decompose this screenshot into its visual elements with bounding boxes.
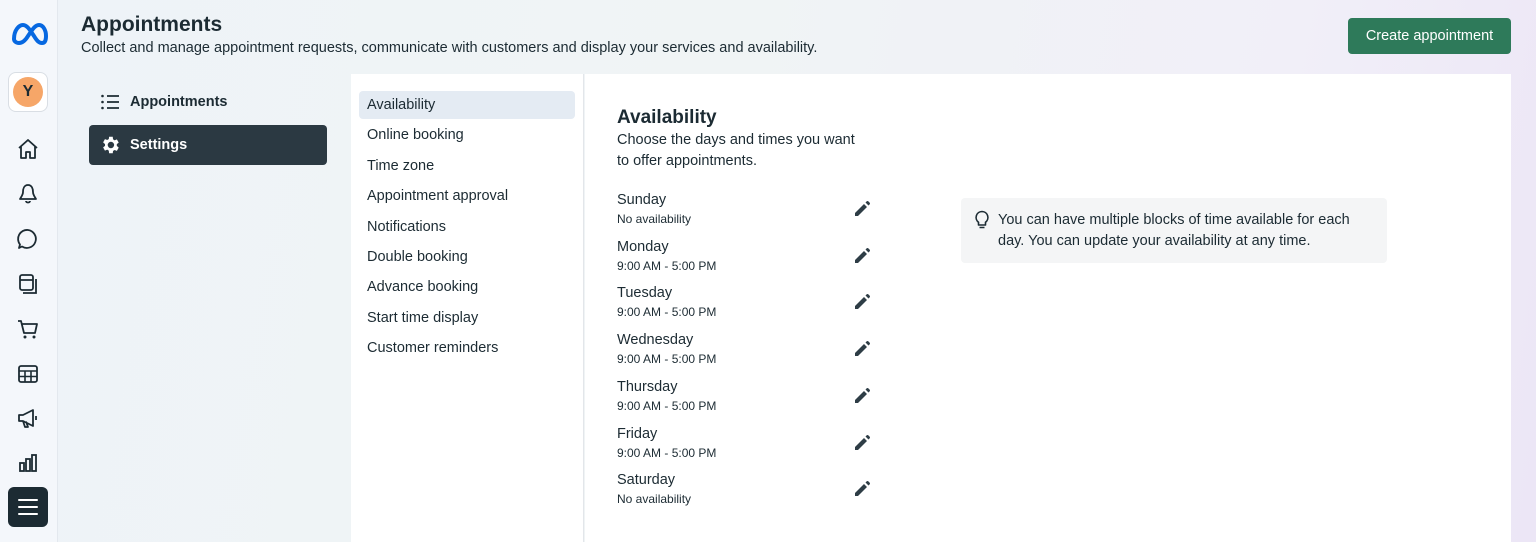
day-row-saturday: Saturday No availability [617,472,877,512]
chat-icon[interactable] [14,225,42,253]
day-row-thursday: Thursday 9:00 AM - 5:00 PM [617,379,877,419]
edit-icon[interactable] [851,198,873,220]
settings-menu: Availability Online booking Time zone Ap… [351,74,584,542]
day-hours: No availability [617,492,692,506]
day-hours: 9:00 AM - 5:00 PM [617,305,717,319]
day-name: Monday [617,239,669,255]
availability-panel: Availability Choose the days and times y… [585,74,1511,542]
day-row-wednesday: Wednesday 9:00 AM - 5:00 PM [617,332,877,372]
settings-option-advance-booking[interactable]: Advance booking [359,273,575,301]
day-name: Tuesday [617,285,673,301]
settings-option-start-time-display[interactable]: Start time display [359,304,575,332]
settings-option-appointment-approval[interactable]: Appointment approval [359,182,575,210]
info-tip: You can have multiple blocks of time ava… [961,198,1387,263]
meta-logo-icon[interactable] [10,22,48,46]
account-switcher[interactable]: Y [8,72,48,112]
edit-icon[interactable] [851,291,873,313]
day-name: Saturday [617,472,676,488]
settings-option-notifications[interactable]: Notifications [359,213,575,241]
cart-icon[interactable] [14,315,42,343]
nav-item-label: Settings [130,137,188,153]
gear-icon [99,134,121,156]
section-description: Choose the days and times you want to of… [617,132,855,169]
edit-icon[interactable] [851,432,873,454]
nav-item-appointments[interactable]: Appointments [89,82,327,122]
day-name: Sunday [617,192,667,208]
day-hours: 9:00 AM - 5:00 PM [617,446,717,460]
day-row-monday: Monday 9:00 AM - 5:00 PM [617,239,877,279]
section-nav: Appointments Settings [89,82,327,168]
megaphone-icon[interactable] [14,404,42,432]
nav-item-label: Appointments [130,94,228,110]
menu-icon[interactable] [8,487,48,527]
posts-icon[interactable] [14,270,42,298]
settings-option-double-booking[interactable]: Double booking [359,243,575,271]
day-row-tuesday: Tuesday 9:00 AM - 5:00 PM [617,285,877,325]
day-name: Wednesday [617,332,694,348]
table-icon[interactable] [14,360,42,388]
edit-icon[interactable] [851,338,873,360]
nav-item-settings[interactable]: Settings [89,125,327,165]
bar-chart-icon[interactable] [14,449,42,477]
day-name: Thursday [617,379,678,395]
tip-text: You can have multiple blocks of time ava… [998,212,1350,249]
create-appointment-button[interactable]: Create appointment [1348,18,1511,54]
bell-icon[interactable] [14,180,42,208]
settings-option-customer-reminders[interactable]: Customer reminders [359,334,575,362]
home-icon[interactable] [14,135,42,163]
settings-option-availability[interactable]: Availability [359,91,575,119]
lightbulb-icon [975,210,989,229]
day-hours: 9:00 AM - 5:00 PM [617,259,717,273]
day-name: Friday [617,426,658,442]
edit-icon[interactable] [851,245,873,267]
day-hours: 9:00 AM - 5:00 PM [617,399,717,413]
edit-icon[interactable] [851,385,873,407]
page-title: Appointments [81,13,223,36]
day-hours: 9:00 AM - 5:00 PM [617,352,717,366]
day-hours: No availability [617,212,692,226]
day-row-sunday: Sunday No availability [617,192,877,232]
edit-icon[interactable] [851,478,873,500]
settings-option-online-booking[interactable]: Online booking [359,121,575,149]
app-rail: Y [0,0,58,542]
list-icon [99,91,121,113]
avatar: Y [13,77,43,107]
section-title: Availability [617,107,717,128]
day-row-friday: Friday 9:00 AM - 5:00 PM [617,426,877,466]
page-subtitle: Collect and manage appointment requests,… [81,40,818,56]
settings-option-time-zone[interactable]: Time zone [359,152,575,180]
